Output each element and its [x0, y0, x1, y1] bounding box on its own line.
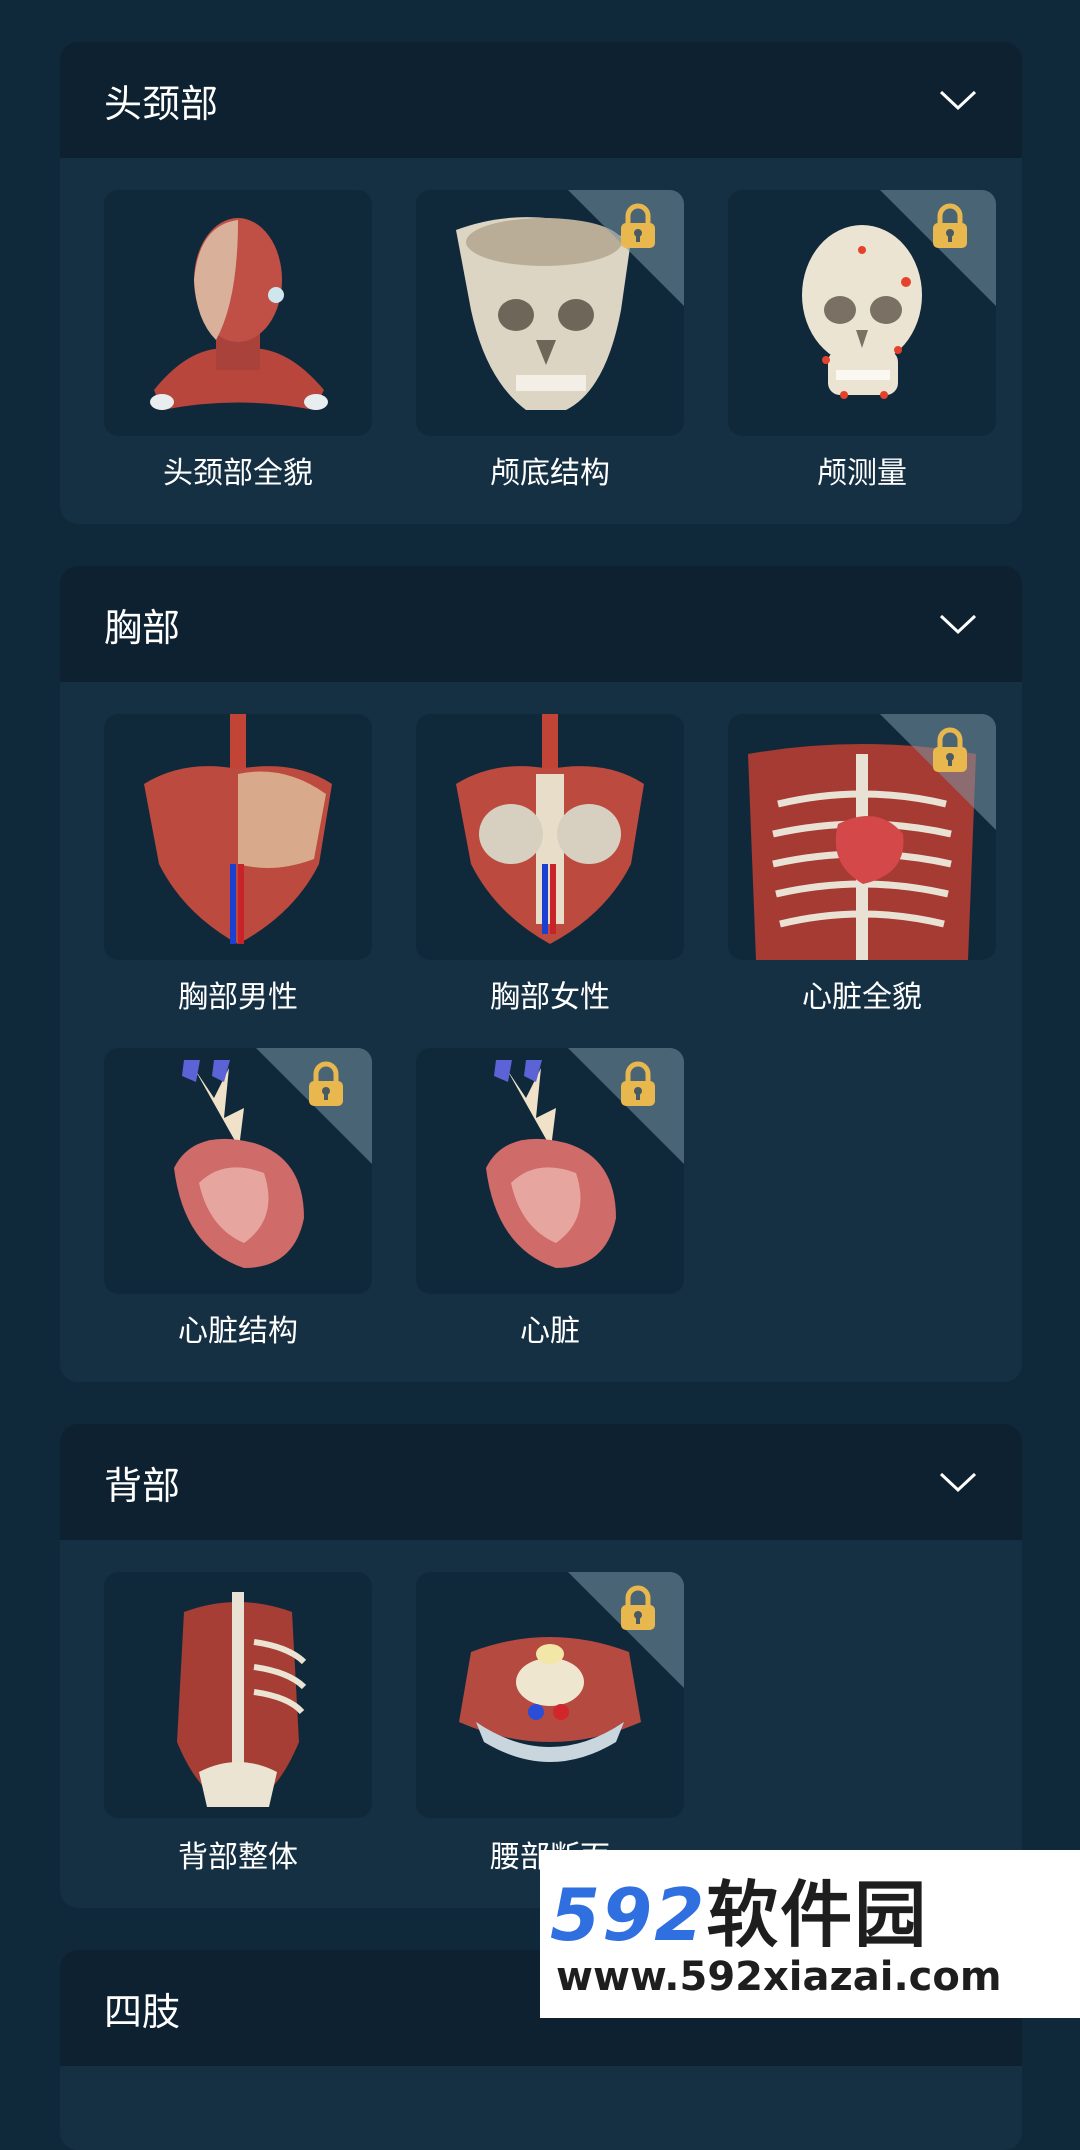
- section-back: 背部 背部整体 腰部断面: [60, 1424, 1022, 1908]
- lock-icon: [621, 203, 655, 248]
- model-tile-chest-male[interactable]: [104, 714, 372, 960]
- section-title: 背部: [104, 1463, 181, 1508]
- watermark-overlay: 592软件园 www.592xiazai.com: [540, 1850, 1080, 2018]
- lock-icon: [621, 1061, 655, 1106]
- model-tile-skull-base[interactable]: [416, 190, 684, 436]
- watermark-brand-name: 软件园: [706, 1873, 929, 1957]
- section-header-head-neck[interactable]: 头颈部: [60, 42, 1022, 158]
- lock-icon: [621, 1585, 655, 1630]
- model-label: 心脏: [520, 1314, 580, 1349]
- section-title: 头颈部: [104, 81, 219, 126]
- section-title: 胸部: [104, 605, 181, 650]
- back-model-image: [177, 1592, 307, 1807]
- model-tile-craniometry[interactable]: [728, 190, 996, 436]
- model-label: 心脏结构: [178, 1314, 298, 1349]
- chest-female-model-image: [456, 714, 644, 944]
- section-title: 四肢: [104, 1989, 181, 2034]
- model-label: 胸部女性: [490, 980, 610, 1015]
- model-label: 胸部男性: [178, 980, 298, 1015]
- model-tile-lumbar-section[interactable]: [416, 1572, 684, 1818]
- section-chest: 胸部 胸部男性 胸部女性 心脏全貌 心脏结构 心脏: [60, 566, 1022, 1382]
- watermark-brand-number: 592: [550, 1873, 707, 1957]
- chevron-down-icon[interactable]: [938, 88, 978, 112]
- model-tile-heart-structure[interactable]: [104, 1048, 372, 1294]
- watermark-url: www.592xiazai.com: [556, 1954, 1002, 2000]
- lock-icon: [309, 1061, 343, 1106]
- section-header-back[interactable]: 背部: [60, 1424, 1022, 1540]
- section-header-chest[interactable]: 胸部: [60, 566, 1022, 682]
- model-label: 颅底结构: [490, 456, 610, 491]
- model-tile-back-whole[interactable]: [104, 1572, 372, 1818]
- model-label: 颅测量: [817, 456, 907, 491]
- model-tile-head-neck-overview[interactable]: [104, 190, 372, 436]
- head-neck-model-image: [150, 218, 328, 410]
- chevron-down-icon[interactable]: [938, 612, 978, 636]
- model-tile-heart[interactable]: [416, 1048, 684, 1294]
- model-label: 背部整体: [178, 1840, 298, 1875]
- section-head-neck: 头颈部 头颈部全貌 颅底结构 颅测量: [60, 42, 1022, 524]
- lock-icon: [933, 203, 967, 248]
- model-label: 头颈部全貌: [163, 456, 313, 491]
- chevron-down-icon[interactable]: [938, 1470, 978, 1494]
- chest-male-model-image: [144, 714, 332, 944]
- model-tile-chest-female[interactable]: [416, 714, 684, 960]
- lock-icon: [933, 727, 967, 772]
- model-label: 心脏全貌: [802, 980, 922, 1015]
- watermark-brand: 592软件园: [550, 1856, 928, 1961]
- model-tile-heart-overview[interactable]: [728, 714, 996, 960]
